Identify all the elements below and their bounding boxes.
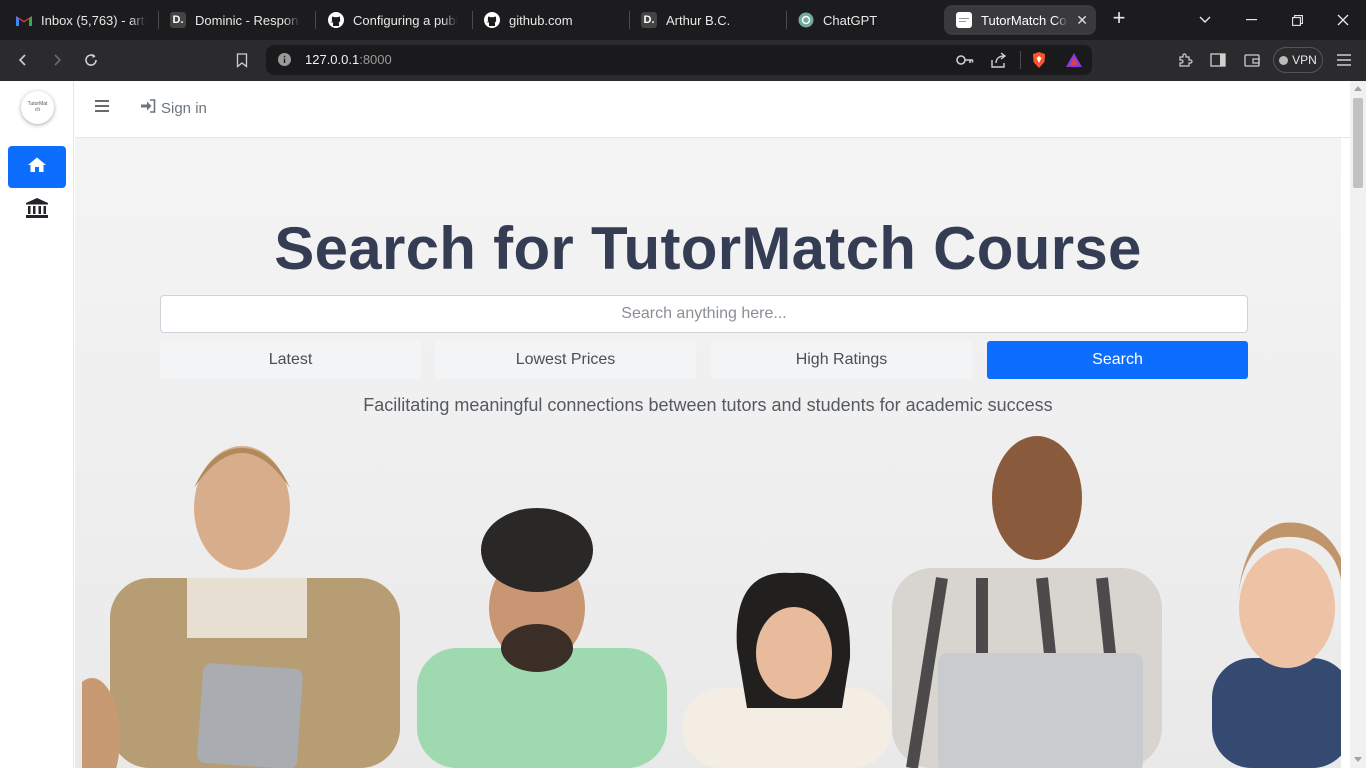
- tab-title: github.com: [509, 12, 573, 28]
- address-bar[interactable]: 127.0.0.1:8000: [266, 45, 1092, 75]
- vpn-button[interactable]: VPN: [1273, 47, 1323, 73]
- extensions-icon[interactable]: [1172, 48, 1198, 72]
- bookmark-icon[interactable]: [229, 48, 255, 72]
- browser-menu-icon[interactable]: [1331, 48, 1357, 72]
- restore-icon[interactable]: [1274, 0, 1320, 40]
- filter-high-ratings-button[interactable]: High Ratings: [711, 341, 972, 379]
- browser-tab-strip: Inbox (5,763) - arthur D. Dominic - Resp…: [0, 0, 1366, 40]
- tab-title: Configuring a publish: [353, 12, 458, 28]
- close-window-icon[interactable]: [1320, 0, 1366, 40]
- vpn-status-icon: [1279, 55, 1289, 65]
- dev-d-icon: D.: [170, 12, 186, 28]
- new-tab-icon[interactable]: +: [1108, 7, 1130, 30]
- scroll-up-arrow-icon[interactable]: [1354, 86, 1362, 91]
- minimize-icon[interactable]: [1228, 0, 1274, 40]
- browser-tab-github-publish[interactable]: Configuring a publish: [316, 5, 466, 35]
- forward-icon[interactable]: [44, 48, 70, 72]
- menu-toggle-icon[interactable]: [95, 99, 111, 115]
- hero-section: Search for TutorMatch Course Latest Lowe…: [75, 138, 1341, 768]
- search-button[interactable]: Search: [987, 341, 1248, 379]
- tab-title: Dominic - Responsive: [195, 12, 300, 28]
- browser-tab-dev-arthur[interactable]: D. Arthur B.C.: [629, 5, 779, 35]
- url-divider: [1020, 51, 1021, 69]
- scroll-down-arrow-icon[interactable]: [1354, 757, 1362, 762]
- institution-icon: [26, 197, 48, 223]
- vpn-label: VPN: [1292, 53, 1317, 67]
- url-port: :8000: [359, 52, 392, 67]
- hero-title: Search for TutorMatch Course: [274, 215, 1142, 282]
- scroll-thumb[interactable]: [1353, 98, 1363, 188]
- sign-in-label: Sign in: [161, 99, 207, 117]
- back-icon[interactable]: [10, 48, 36, 72]
- dev-d-icon: D.: [641, 12, 657, 28]
- close-tab-icon[interactable]: ✕: [1076, 12, 1088, 29]
- page-icon: [956, 12, 972, 28]
- sidebar-item-home[interactable]: [8, 146, 66, 188]
- reload-icon[interactable]: [78, 48, 104, 72]
- github-icon: [328, 12, 344, 28]
- sidebar-item-institution[interactable]: [8, 194, 66, 226]
- sign-in-link[interactable]: Sign in: [141, 99, 207, 117]
- tutormatch-logo[interactable]: TutorMatch: [21, 91, 54, 124]
- top-navbar: Sign in: [75, 81, 1350, 138]
- page-scrollbar[interactable]: [1350, 81, 1366, 768]
- tab-title: Inbox (5,763) - arthur: [41, 12, 146, 28]
- site-info-icon[interactable]: [277, 52, 292, 72]
- gmail-icon: [16, 12, 32, 28]
- page-viewport: TutorMatch Sign in Search for TutorMatch…: [0, 81, 1366, 768]
- home-icon: [28, 157, 46, 177]
- sidebar: TutorMatch: [0, 81, 74, 768]
- sidebar-toggle-icon[interactable]: [1205, 48, 1231, 72]
- hero-people-image: [82, 436, 1341, 768]
- browser-tab-chatgpt[interactable]: ChatGPT: [786, 5, 936, 35]
- wallet-icon[interactable]: [1239, 48, 1265, 72]
- github-icon: [484, 12, 500, 28]
- filter-latest-button[interactable]: Latest: [160, 341, 421, 379]
- search-input[interactable]: [160, 295, 1248, 333]
- tab-title: TutorMatch Cou: [981, 12, 1069, 28]
- tab-title: ChatGPT: [823, 12, 878, 28]
- filter-lowest-prices-button[interactable]: Lowest Prices: [435, 341, 696, 379]
- brave-rewards-icon[interactable]: [1065, 52, 1083, 73]
- tab-title: Arthur B.C.: [666, 12, 731, 28]
- browser-tab-tutormatch[interactable]: TutorMatch Cou ✕: [944, 5, 1096, 35]
- browser-tab-gmail[interactable]: Inbox (5,763) - arthur: [4, 5, 154, 35]
- browser-tab-dev-dominic[interactable]: D. Dominic - Responsive: [158, 5, 308, 35]
- hero-tagline: Facilitating meaningful connections betw…: [363, 395, 1053, 415]
- tab-search-chevron-icon[interactable]: [1182, 0, 1228, 40]
- browser-tab-github[interactable]: github.com: [472, 5, 622, 35]
- browser-toolbar: 127.0.0.1:8000 VPN: [0, 40, 1366, 81]
- password-key-icon[interactable]: [956, 53, 974, 71]
- brave-shield-icon[interactable]: [1031, 51, 1047, 74]
- chatgpt-icon: [798, 12, 814, 28]
- url-text: 127.0.0.1:8000: [305, 52, 392, 67]
- logo-text: TutorMatch: [27, 101, 48, 113]
- sign-in-icon: [141, 99, 156, 117]
- url-host: 127.0.0.1: [305, 52, 360, 67]
- share-icon[interactable]: [991, 52, 1008, 73]
